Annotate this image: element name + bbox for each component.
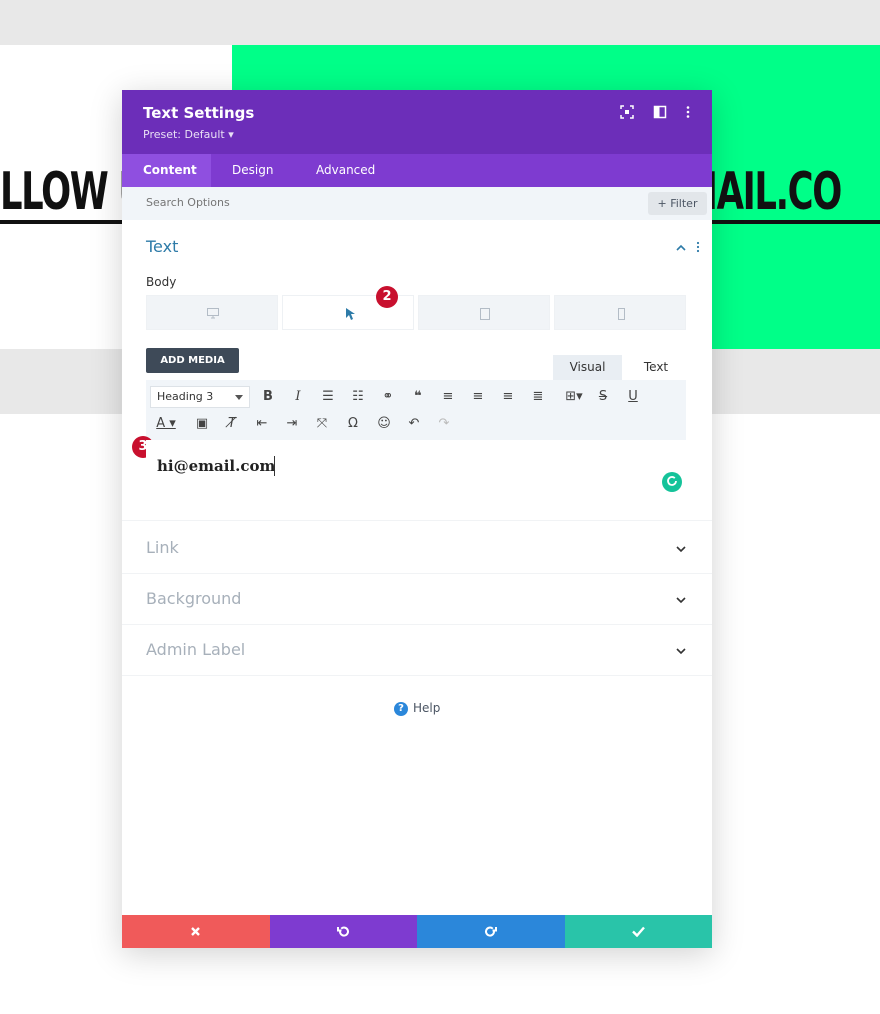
emoji-icon[interactable]: ☺ (374, 414, 394, 434)
underline-icon[interactable]: U (623, 387, 643, 407)
close-icon (191, 927, 200, 936)
fullscreen-editor-icon[interactable]: ⤧ (312, 414, 332, 434)
text-caret (274, 456, 275, 476)
text-settings-modal: Text Settings Preset: Default ▾ Content … (122, 90, 712, 948)
help-link[interactable]: Help (413, 701, 440, 715)
split-view-icon[interactable] (653, 105, 667, 119)
link-icon[interactable]: ⚭ (378, 387, 398, 407)
italic-icon[interactable]: I (288, 387, 308, 407)
table-icon[interactable]: ⊞▾ (560, 387, 588, 407)
bullet-list-icon[interactable]: ☰ (318, 387, 338, 407)
align-left-icon[interactable]: ≡ (438, 387, 458, 407)
section-title-text[interactable]: Text (146, 237, 178, 256)
more-options-icon[interactable] (681, 105, 695, 119)
special-character-icon[interactable]: Ω (343, 414, 363, 434)
outdent-icon[interactable]: ⇤ (252, 414, 272, 434)
background-underline-left (0, 220, 122, 224)
search-bar: + Filter (122, 187, 712, 220)
desktop-icon (207, 308, 219, 319)
device-tab-phone[interactable] (554, 295, 686, 330)
chevron-up-icon[interactable] (676, 243, 686, 253)
heading-select[interactable]: Heading 3 (150, 386, 250, 408)
tab-content[interactable]: Content (122, 154, 211, 187)
caret-down-icon (235, 395, 243, 400)
device-tab-desktop[interactable] (146, 295, 278, 330)
device-tab-tablet[interactable] (418, 295, 550, 330)
paste-text-icon[interactable]: ▣ (192, 414, 212, 434)
editor-content: hi@email.com (157, 457, 276, 475)
align-right-icon[interactable]: ≡ (498, 387, 518, 407)
body-label: Body (146, 275, 177, 289)
heading-select-value: Heading 3 (157, 390, 214, 403)
undo-icon[interactable]: ↶ (404, 414, 424, 434)
section-title-link[interactable]: Link (146, 538, 179, 557)
chevron-down-icon[interactable] (676, 544, 686, 554)
save-button[interactable] (564, 915, 712, 948)
tablet-icon (480, 308, 490, 320)
editor-toolbar: Heading 3 B I ☰ ☷ ⚭ ❝ ≡ ≡ ≡ ≣ ⊞▾ S U A ▾… (146, 380, 686, 440)
indent-icon[interactable]: ⇥ (282, 414, 302, 434)
checkmark-icon (631, 926, 645, 937)
undo-arrow-icon (336, 926, 349, 937)
step-badge-2: 2 (376, 286, 398, 308)
modal-header: Text Settings Preset: Default ▾ (122, 90, 712, 154)
redo-icon[interactable]: ↷ (434, 414, 454, 434)
divider (122, 675, 712, 676)
settings-tabs: Content Design Advanced (122, 154, 712, 187)
add-media-button[interactable]: ADD MEDIA (146, 348, 239, 373)
align-center-icon[interactable]: ≡ (468, 387, 488, 407)
redo-arrow-icon (485, 926, 497, 937)
clear-formatting-icon[interactable]: T̸ (222, 414, 242, 434)
section-title-admin-label[interactable]: Admin Label (146, 640, 245, 659)
background-underline-right (712, 220, 880, 224)
editor-tab-visual[interactable]: Visual (553, 355, 622, 380)
modal-title: Text Settings (143, 104, 255, 122)
section-more-icon[interactable] (696, 241, 700, 253)
filter-button[interactable]: + Filter (648, 192, 707, 215)
chevron-down-icon[interactable] (676, 646, 686, 656)
redo-button[interactable] (417, 915, 565, 948)
preset-selector[interactable]: Preset: Default ▾ (143, 128, 234, 141)
grammarly-icon[interactable] (662, 472, 682, 492)
text-color-icon[interactable]: A ▾ (150, 414, 182, 434)
divider (122, 573, 712, 574)
numbered-list-icon[interactable]: ☷ (348, 387, 368, 407)
undo-button[interactable] (269, 915, 417, 948)
search-options-input[interactable] (146, 196, 446, 209)
tab-advanced[interactable]: Advanced (295, 154, 395, 187)
divider (122, 624, 712, 625)
chevron-down-icon[interactable] (676, 595, 686, 605)
cursor-icon (346, 308, 355, 320)
help-icon[interactable]: ? (394, 702, 408, 716)
strikethrough-icon[interactable]: S (593, 387, 613, 407)
divider (122, 520, 712, 521)
blockquote-icon[interactable]: ❝ (408, 387, 428, 407)
fullscreen-icon[interactable] (620, 105, 634, 119)
text-editor-area[interactable]: hi@email.com (146, 440, 686, 500)
justify-icon[interactable]: ≣ (528, 387, 548, 407)
bold-icon[interactable]: B (258, 387, 278, 407)
page-top-bar (0, 0, 880, 45)
tab-design[interactable]: Design (211, 154, 295, 187)
phone-icon (618, 308, 625, 320)
section-title-background[interactable]: Background (146, 589, 241, 608)
editor-tab-text[interactable]: Text (622, 355, 690, 380)
cancel-button[interactable] (122, 915, 270, 948)
